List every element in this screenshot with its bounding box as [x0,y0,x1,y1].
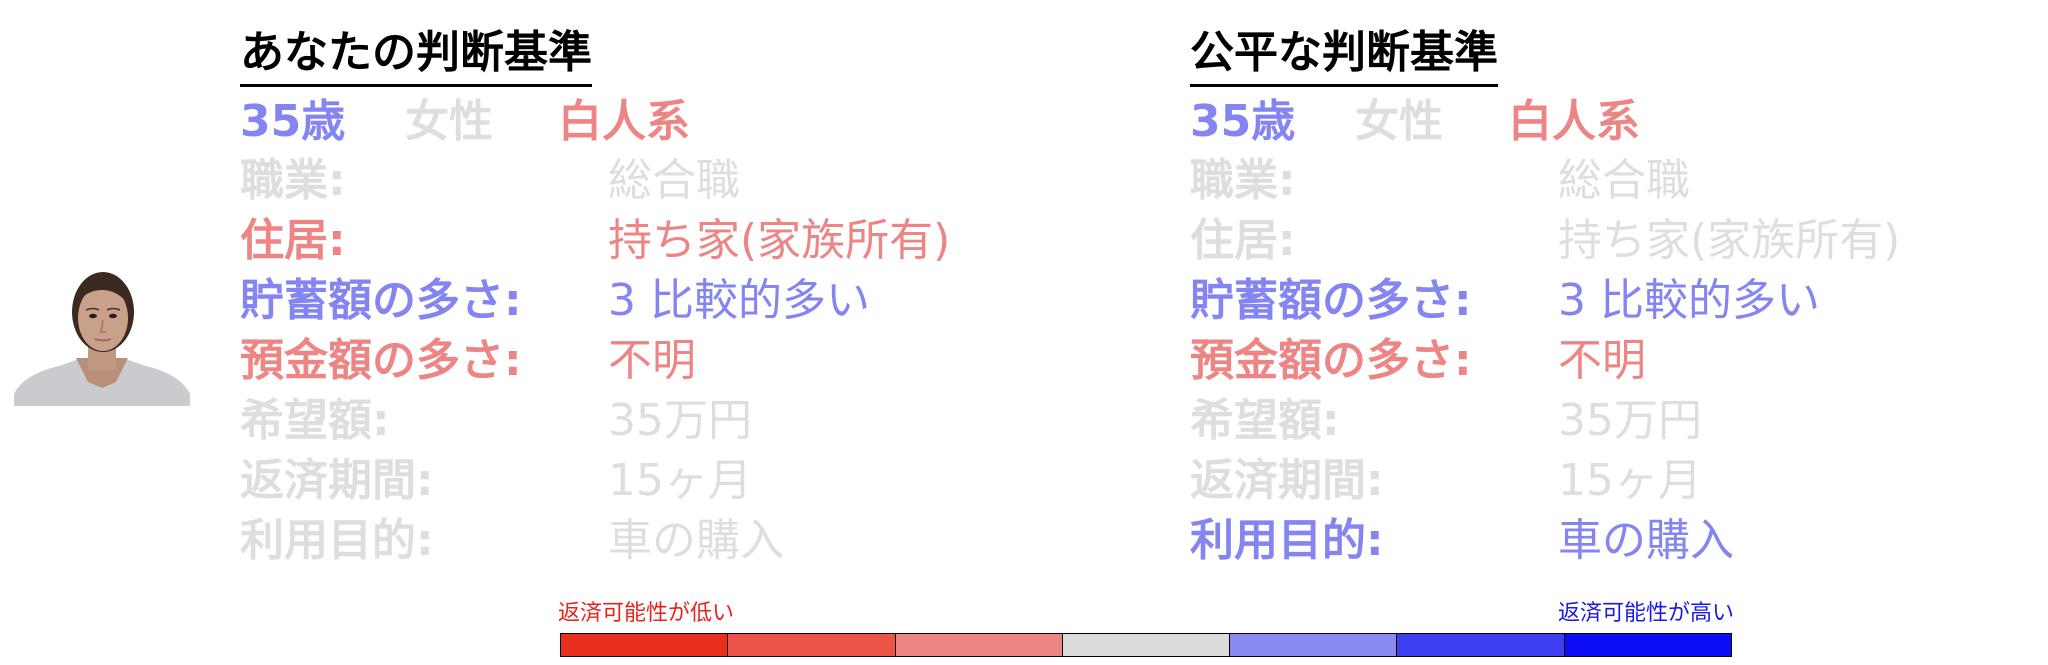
scale-segment-1 [561,634,729,656]
attr-value: 35万円 [608,395,752,446]
attr-row-repayment-period: 返済期間: 15ヶ月 [240,452,1060,510]
attr-label: 利用目的: [240,515,434,566]
attr-label: 利用目的: [1190,515,1384,566]
scale-low-label: 返済可能性が低い [558,601,735,626]
attr-row-purpose: 利用目的: 車の購入 [1190,512,2010,570]
attr-label: 預金額の多さ: [240,335,522,386]
ethnicity-value: 白人系 [1508,96,1640,147]
attr-label: 職業: [1190,155,1296,206]
scale-segment-6 [1397,634,1565,656]
attr-row-purpose: 利用目的: 車の購入 [240,512,1060,570]
attr-value: 3 比較的多い [1558,275,1820,326]
gender-value: 女性 [1355,96,1443,147]
attr-value: 持ち家(家族所有) [608,215,951,266]
demographics-row: 35歳 女性 白人系 [1190,94,2010,150]
attr-value: 15ヶ月 [608,455,752,506]
panel-title: あなたの判断基準 [240,26,592,87]
scale-segment-7 [1564,634,1731,656]
attr-value: 車の購入 [1558,515,1734,566]
attr-value: 総合職 [1558,155,1690,206]
demographics-row: 35歳 女性 白人系 [240,94,1060,150]
attr-value: 車の購入 [608,515,784,566]
age-value: 35歳 [240,96,346,147]
attr-label: 貯蓄額の多さ: [1190,275,1472,326]
attr-row-requested-amount: 希望額: 35万円 [240,392,1060,450]
profile-portrait [14,266,190,406]
attr-label: 住居: [1190,215,1296,266]
attr-label: 貯蓄額の多さ: [240,275,522,326]
woman-portrait-icon [14,266,190,406]
attr-row-savings: 貯蓄額の多さ: 3 比較的多い [1190,272,2010,330]
attr-label: 職業: [240,155,346,206]
attr-row-requested-amount: 希望額: 35万円 [1190,392,2010,450]
age-value: 35歳 [1190,96,1296,147]
scale-high-label: 返済可能性が高い [1557,601,1734,626]
attr-row-occupation: 職業: 総合職 [240,152,1060,210]
scale-segment-3 [895,634,1063,656]
attr-row-occupation: 職業: 総合職 [1190,152,2010,210]
attr-value: 35万円 [1558,395,1702,446]
fair-judgment-panel: 公平な判断基準 35歳 女性 白人系 職業: 総合職 住居: 持ち家(家族所有)… [1190,20,2010,580]
repayment-likelihood-scale: 返済可能性が低い 返済可能性が高い [558,600,1734,660]
attr-label: 返済期間: [1190,455,1384,506]
scale-segment-4 [1062,634,1231,656]
attr-label: 住居: [240,215,346,266]
attr-label: 預金額の多さ: [1190,335,1472,386]
attr-value: 不明 [608,335,696,386]
scale-segment-5 [1230,634,1398,656]
gender-value: 女性 [405,96,493,147]
panel-title: 公平な判断基準 [1190,26,1498,87]
scale-bar [560,633,1732,657]
attr-label: 返済期間: [240,455,434,506]
attr-value: 総合職 [608,155,740,206]
attr-value: 15ヶ月 [1558,455,1702,506]
attr-value: 持ち家(家族所有) [1558,215,1901,266]
attr-label: 希望額: [1190,395,1340,446]
attr-row-deposit: 預金額の多さ: 不明 [1190,332,2010,390]
attr-label: 希望額: [240,395,390,446]
attr-row-savings: 貯蓄額の多さ: 3 比較的多い [240,272,1060,330]
attr-row-repayment-period: 返済期間: 15ヶ月 [1190,452,2010,510]
your-judgment-panel: あなたの判断基準 35歳 女性 白人系 職業: 総合職 住居: 持ち家(家族所有… [240,20,1060,580]
ethnicity-value: 白人系 [558,96,690,147]
attr-value: 不明 [1558,335,1646,386]
attr-value: 3 比較的多い [608,275,870,326]
scale-segment-2 [728,634,896,656]
attr-row-housing: 住居: 持ち家(家族所有) [240,212,1060,270]
attr-row-deposit: 預金額の多さ: 不明 [240,332,1060,390]
attr-row-housing: 住居: 持ち家(家族所有) [1190,212,2010,270]
